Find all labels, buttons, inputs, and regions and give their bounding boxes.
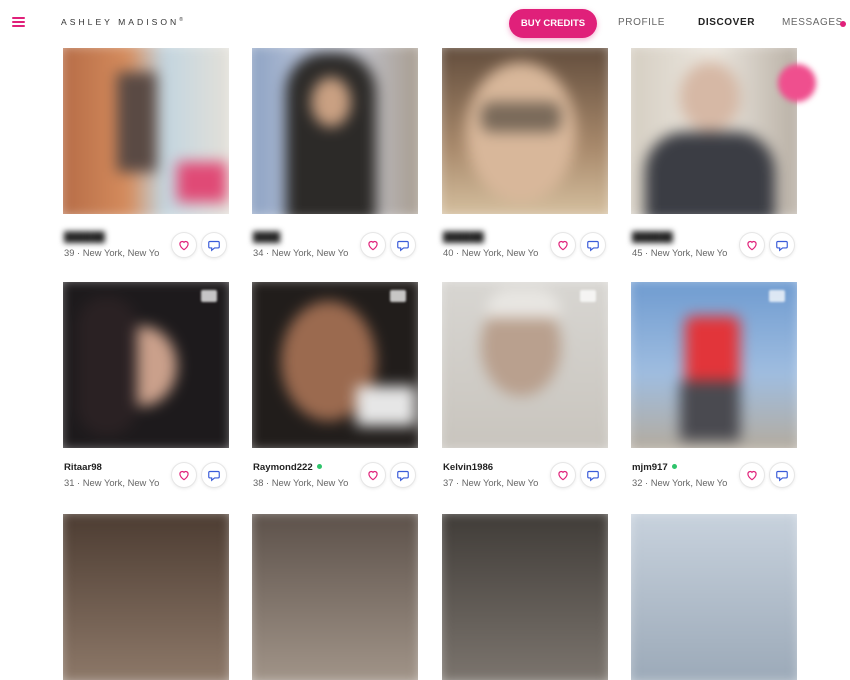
like-button[interactable]: [739, 232, 765, 258]
heart-icon: [368, 470, 378, 481]
profile-photo[interactable]: [63, 48, 229, 214]
photo-count-badge: [201, 290, 217, 302]
like-button[interactable]: [360, 462, 386, 488]
message-button[interactable]: [580, 232, 606, 258]
photo-count-badge: [390, 290, 406, 302]
chat-bubble-icon: [208, 470, 220, 482]
like-button[interactable]: [360, 232, 386, 258]
profile-photo[interactable]: [631, 514, 797, 680]
profile-photo[interactable]: [252, 48, 418, 214]
heart-icon: [368, 240, 378, 251]
message-button[interactable]: [390, 462, 416, 488]
ashley-madison-logo[interactable]: ASHLEY MADISON®: [61, 17, 183, 27]
profile-age-location: 31 · New York, New Yo: [64, 477, 160, 488]
profile-photo[interactable]: [442, 282, 608, 448]
username[interactable]: Kelvin1986: [443, 462, 493, 473]
photo-count-badge: [580, 290, 596, 302]
message-button[interactable]: [769, 462, 795, 488]
username-hidden: ██████: [443, 232, 484, 243]
heart-icon: [747, 470, 757, 481]
heart-icon: [179, 240, 189, 251]
profile-photo[interactable]: [442, 48, 608, 214]
message-button[interactable]: [580, 462, 606, 488]
like-button[interactable]: [171, 462, 197, 488]
message-button[interactable]: [201, 462, 227, 488]
username-hidden: ████: [253, 232, 281, 243]
chat-bubble-icon: [397, 240, 409, 252]
like-button[interactable]: [550, 462, 576, 488]
profile-photo[interactable]: [63, 514, 229, 680]
chat-bubble-icon: [397, 470, 409, 482]
heart-icon: [747, 240, 757, 251]
message-button[interactable]: [390, 232, 416, 258]
username-hidden: ██████: [64, 232, 105, 243]
online-status-dot: [671, 463, 677, 469]
chat-bubble-icon: [587, 240, 599, 252]
photo-count-badge: [769, 290, 785, 302]
profile-age-location: 37 · New York, New Yo: [443, 477, 539, 488]
profile-photo[interactable]: [252, 514, 418, 680]
chat-bubble-icon: [776, 240, 788, 252]
message-button[interactable]: [769, 232, 795, 258]
username[interactable]: mjm917: [632, 462, 677, 473]
username[interactable]: Raymond222: [253, 462, 322, 473]
like-button[interactable]: [739, 462, 765, 488]
profile-photo[interactable]: [252, 282, 418, 448]
username[interactable]: Ritaar98: [64, 462, 102, 473]
profile-age-location: 34 · New York, New Yo: [253, 247, 349, 258]
like-button[interactable]: [171, 232, 197, 258]
chat-bubble-icon: [587, 470, 599, 482]
online-status-dot: [316, 463, 322, 469]
profile-age-location: 38 · New York, New Yo: [253, 477, 349, 488]
heart-icon: [179, 470, 189, 481]
chat-bubble-icon: [776, 470, 788, 482]
nav-profile-link[interactable]: PROFILE: [618, 17, 665, 28]
nav-messages-link[interactable]: MESSAGES: [782, 17, 843, 28]
username-hidden: ██████: [632, 232, 673, 243]
hamburger-menu-icon[interactable]: [12, 17, 25, 27]
profile-photo[interactable]: [631, 48, 797, 214]
profile-photo[interactable]: [631, 282, 797, 448]
profile-age-location: 40 · New York, New Yo: [443, 247, 539, 258]
buy-credits-button[interactable]: BUY CREDITS: [509, 9, 597, 38]
profile-photo[interactable]: [442, 514, 608, 680]
nav-discover-link[interactable]: DISCOVER: [698, 17, 755, 28]
profile-age-location: 39 · New York, New Yo: [64, 247, 160, 258]
profile-age-location: 32 · New York, New Yo: [632, 477, 728, 488]
heart-icon: [558, 470, 568, 481]
message-button[interactable]: [201, 232, 227, 258]
like-button[interactable]: [550, 232, 576, 258]
profile-age-location: 45 · New York, New Yo: [632, 247, 728, 258]
floating-action-badge[interactable]: [778, 64, 816, 102]
messages-notification-dot: [840, 21, 846, 27]
chat-bubble-icon: [208, 240, 220, 252]
heart-icon: [558, 240, 568, 251]
top-navigation-bar: ASHLEY MADISON® BUY CREDITS PROFILE DISC…: [0, 0, 850, 46]
profile-photo[interactable]: [63, 282, 229, 448]
